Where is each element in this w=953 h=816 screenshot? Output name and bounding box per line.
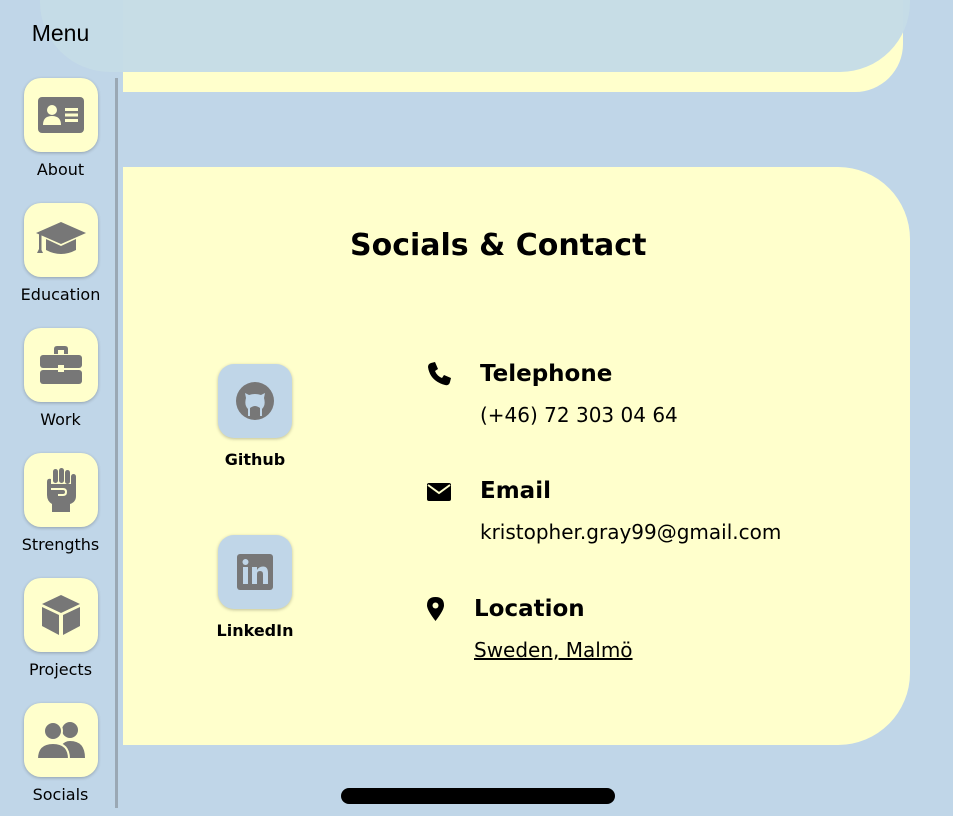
- nav-button-strengths[interactable]: [23, 453, 98, 527]
- linkedin-button[interactable]: [218, 535, 292, 609]
- nav-item-socials[interactable]: Socials: [0, 703, 121, 804]
- location-link[interactable]: Sweden, Malmö: [474, 638, 633, 662]
- menu-title: Menu: [31, 20, 90, 46]
- id-card-icon: [37, 97, 84, 133]
- location-heading: Location: [474, 596, 585, 622]
- nav-button-projects[interactable]: [23, 578, 98, 652]
- github-icon: [236, 382, 274, 420]
- github-label: Github: [224, 450, 286, 469]
- nav-button-work[interactable]: [23, 328, 98, 402]
- nav-button-socials[interactable]: [23, 703, 98, 777]
- nav-label-work: Work: [40, 410, 81, 429]
- telephone-value: (+46) 72 303 04 64: [480, 403, 678, 427]
- cube-icon: [41, 595, 80, 635]
- nav-button-about[interactable]: [23, 78, 98, 152]
- linkedin-icon: [237, 554, 273, 590]
- previous-section-overlay: [40, 0, 910, 72]
- nav-label-socials: Socials: [32, 785, 89, 804]
- nav-button-education[interactable]: [23, 203, 98, 277]
- linkedin-link[interactable]: LinkedIn: [195, 535, 315, 640]
- nav-item-work[interactable]: Work: [0, 328, 121, 429]
- nav-label-about: About: [36, 160, 85, 179]
- map-pin-icon: [427, 597, 444, 621]
- phone-icon: [428, 362, 451, 386]
- nav-item-about[interactable]: About: [0, 78, 121, 179]
- nav-label-projects: Projects: [28, 660, 93, 679]
- github-link[interactable]: Github: [195, 364, 315, 469]
- nav-item-strengths[interactable]: Strengths: [0, 453, 121, 554]
- graduation-cap-icon: [35, 222, 86, 254]
- email-heading: Email: [480, 478, 551, 504]
- menu-divider: [115, 78, 118, 808]
- nav-label-education: Education: [20, 285, 101, 304]
- briefcase-icon: [39, 346, 82, 384]
- github-button[interactable]: [218, 364, 292, 438]
- nav-label-strengths: Strengths: [21, 535, 100, 554]
- fist-icon: [46, 468, 76, 512]
- email-value: kristopher.gray99@gmail.com: [480, 520, 782, 544]
- nav-item-projects[interactable]: Projects: [0, 578, 121, 679]
- nav-item-education[interactable]: Education: [0, 203, 121, 304]
- home-indicator[interactable]: [341, 788, 615, 804]
- envelope-icon: [427, 483, 451, 501]
- users-icon: [35, 721, 85, 760]
- linkedin-label: LinkedIn: [216, 621, 294, 640]
- section-title: Socials & Contact: [350, 228, 647, 263]
- telephone-heading: Telephone: [480, 361, 613, 387]
